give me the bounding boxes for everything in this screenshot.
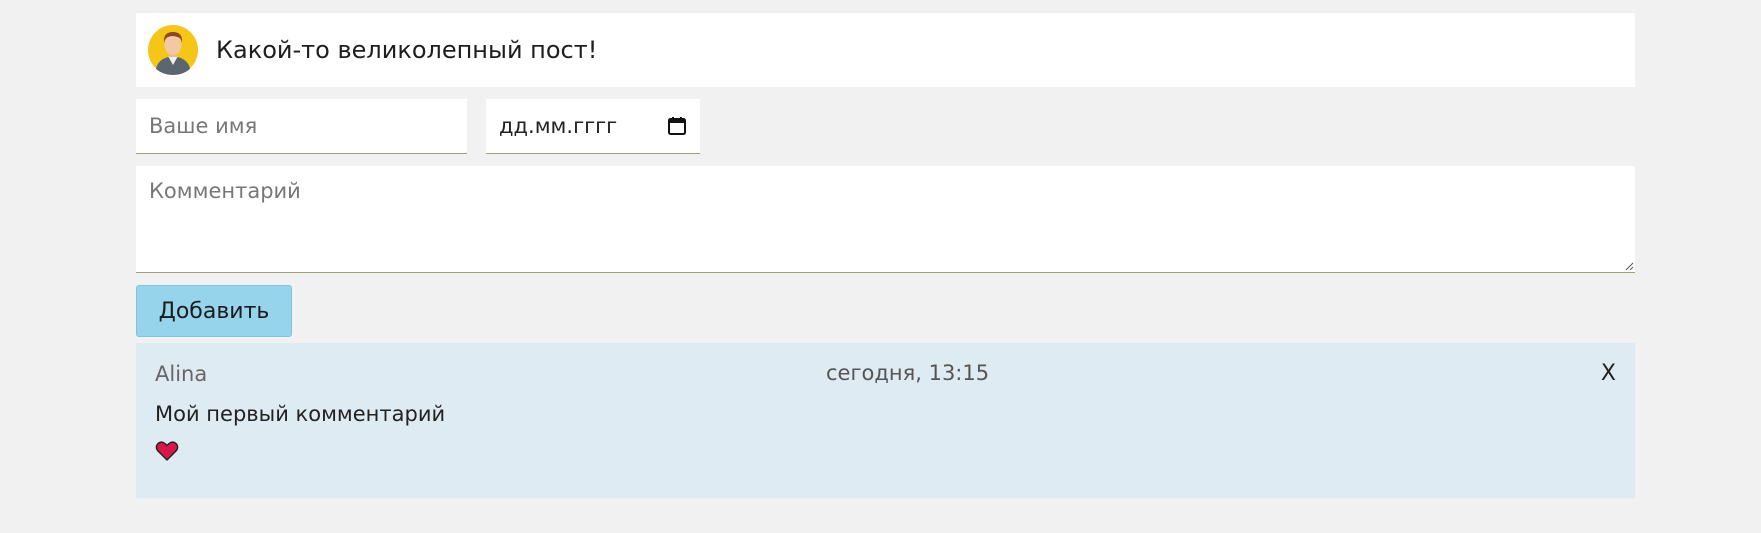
date-input[interactable]: дд.мм.гггг [486, 99, 700, 154]
post-card: Какой-то великолепный пост! [136, 13, 1635, 87]
name-input[interactable]: Ваше имя [136, 99, 467, 154]
comment-date: сегодня, 13:15 [826, 361, 990, 385]
post-title: Какой-то великолепный пост! [216, 36, 598, 64]
add-comment-button[interactable]: Добавить [136, 285, 292, 337]
comment-card: Alina X сегодня, 13:15 Мой первый коммен… [136, 343, 1635, 498]
date-placeholder: дд.мм.гггг [499, 114, 618, 138]
comment-author: Alina [155, 361, 208, 386]
name-placeholder: Ваше имя [149, 114, 258, 138]
comment-textarea[interactable]: Комментарий [136, 166, 1635, 273]
delete-comment-button[interactable]: X [1601, 361, 1616, 386]
calendar-icon[interactable] [667, 116, 687, 136]
resize-handle-icon[interactable] [1624, 261, 1634, 271]
heart-icon[interactable] [155, 440, 179, 462]
user-avatar-icon [148, 25, 198, 75]
comment-placeholder: Комментарий [149, 179, 301, 203]
comment-text: Мой первый комментарий [155, 402, 446, 426]
form-row: Ваше имя дд.мм.гггг [136, 99, 1635, 154]
blog-container: Какой-то великолепный пост! Ваше имя дд.… [136, 13, 1635, 498]
